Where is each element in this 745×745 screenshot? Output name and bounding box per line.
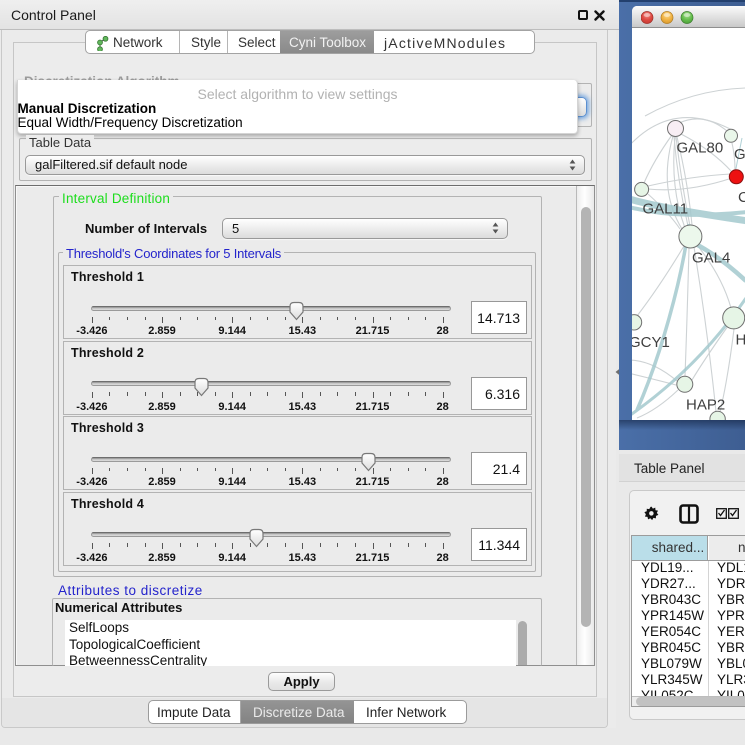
- svg-text:GCY1: GCY1: [632, 334, 670, 351]
- svg-text:GAL80: GAL80: [677, 140, 724, 157]
- svg-text:C: C: [738, 189, 745, 206]
- svg-text:HAP2: HAP2: [686, 397, 725, 414]
- svg-text:GA: GA: [734, 146, 745, 163]
- svg-text:GAL4: GAL4: [692, 250, 730, 267]
- svg-text:GAL11: GAL11: [643, 201, 689, 218]
- svg-text:H: H: [736, 332, 745, 349]
